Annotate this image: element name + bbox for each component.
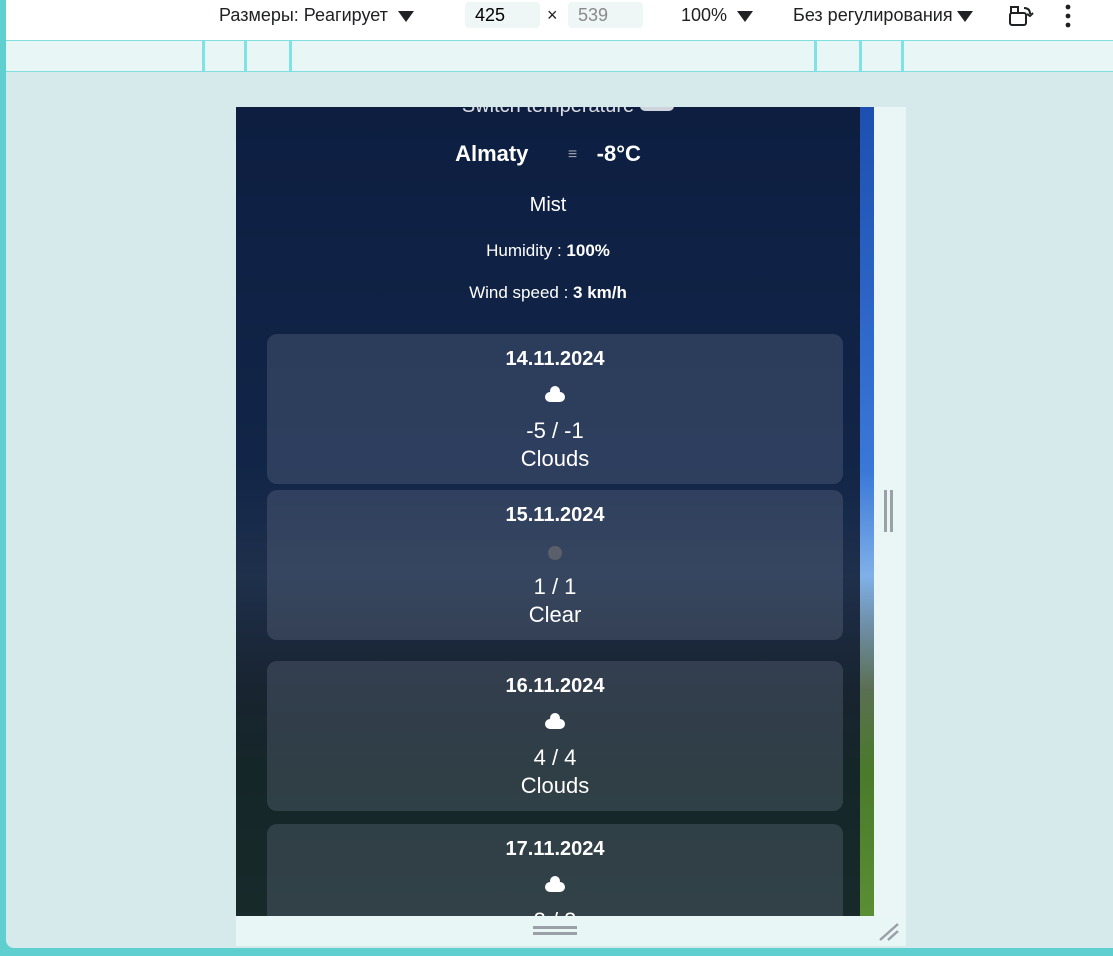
ruler-marker xyxy=(901,41,904,71)
forecast-card[interactable]: 14.11.2024 -5 / -1 Clouds xyxy=(267,334,843,484)
forecast-temp: 4 / 4 xyxy=(533,745,577,770)
chevron-down-icon xyxy=(397,10,414,22)
device-viewport: Switch temperature Almaty ≡ -8°C Mist Hu… xyxy=(236,107,874,916)
city-name: Almaty xyxy=(455,141,529,166)
height-input[interactable]: 539 xyxy=(568,2,643,28)
current-temperature: -8°C xyxy=(596,141,641,166)
wind-value: 3 km/h xyxy=(573,283,627,302)
ruler-marker xyxy=(202,41,205,71)
forecast-temp: -5 / -1 xyxy=(526,418,584,443)
ruler-marker xyxy=(244,41,247,71)
dimensions-label: Размеры: Реагирует xyxy=(219,5,388,25)
wind-row: Wind speed : 3 km/h xyxy=(236,283,860,303)
forecast-desc: Clear xyxy=(528,602,582,627)
humidity-label: Humidity : xyxy=(486,241,562,260)
wind-label: Wind speed : xyxy=(469,283,569,302)
cloud-icon xyxy=(267,386,843,407)
weather-card: Switch temperature Almaty ≡ -8°C Mist Hu… xyxy=(236,107,860,916)
forecast-date: 14.11.2024 xyxy=(505,348,605,370)
forecast-temp: 3 / 3 xyxy=(267,908,843,916)
forecast-temp: 1 / 1 xyxy=(533,574,577,599)
forecast-card[interactable]: 16.11.2024 4 / 4 Clouds xyxy=(267,661,843,811)
devtools-device-mode: Размеры: Реагирует 425 × 539 100% Без ре… xyxy=(6,0,1113,948)
zoom-dropdown[interactable]: 100% xyxy=(681,5,754,26)
bottom-resize-handle[interactable] xyxy=(533,932,577,935)
rotate-icon[interactable] xyxy=(1008,4,1034,28)
resize-handle-line[interactable] xyxy=(884,490,887,532)
throttle-dropdown[interactable]: Без регулирования xyxy=(793,5,988,26)
humidity-value: 100% xyxy=(566,241,610,260)
ruler-marker xyxy=(814,41,817,71)
media-query-bar[interactable] xyxy=(6,40,1113,72)
current-weather-row: Almaty ≡ -8°C xyxy=(236,141,860,167)
mist-icon: ≡ xyxy=(567,146,578,164)
clear-icon xyxy=(267,544,843,565)
ruler-marker xyxy=(859,41,862,71)
cloud-icon xyxy=(267,876,843,897)
corner-resize-icon[interactable] xyxy=(876,920,902,942)
cloud-icon xyxy=(267,713,843,734)
width-input[interactable]: 425 xyxy=(465,2,540,28)
bottom-resize-handle[interactable] xyxy=(533,926,577,929)
side-gutter xyxy=(874,107,906,916)
forecast-date: 16.11.2024 xyxy=(505,675,605,697)
dimensions-dropdown[interactable]: Размеры: Реагирует xyxy=(219,5,414,26)
forecast-date: 17.11.2024 xyxy=(505,838,605,860)
humidity-row: Humidity : 100% xyxy=(236,241,860,261)
forecast-card[interactable]: 15.11.2024 1 / 1 Clear xyxy=(267,490,843,640)
bottom-resize-bar xyxy=(236,916,906,946)
chevron-down-icon xyxy=(956,10,973,22)
zoom-value: 100% xyxy=(681,5,728,25)
more-options-icon[interactable] xyxy=(1064,3,1072,29)
ruler-marker xyxy=(289,41,292,71)
throttle-value: Без регулирования xyxy=(793,5,953,25)
window-frame: Размеры: Реагирует 425 × 539 100% Без ре… xyxy=(0,0,1113,956)
forecast-desc: Clouds xyxy=(520,773,590,798)
times-sign: × xyxy=(547,5,558,25)
device-toolbar: Размеры: Реагирует 425 × 539 100% Без ре… xyxy=(6,0,1113,40)
switch-temperature-label: Switch temperature xyxy=(236,107,860,118)
forecast-date: 15.11.2024 xyxy=(505,504,605,526)
weather-condition: Mist xyxy=(529,194,567,216)
chevron-down-icon xyxy=(737,10,754,22)
forecast-card[interactable]: 17.11.2024 3 / 3 xyxy=(267,824,843,916)
forecast-desc: Clouds xyxy=(520,446,590,471)
resize-handle-line[interactable] xyxy=(890,490,893,532)
temperature-toggle[interactable] xyxy=(640,107,674,111)
